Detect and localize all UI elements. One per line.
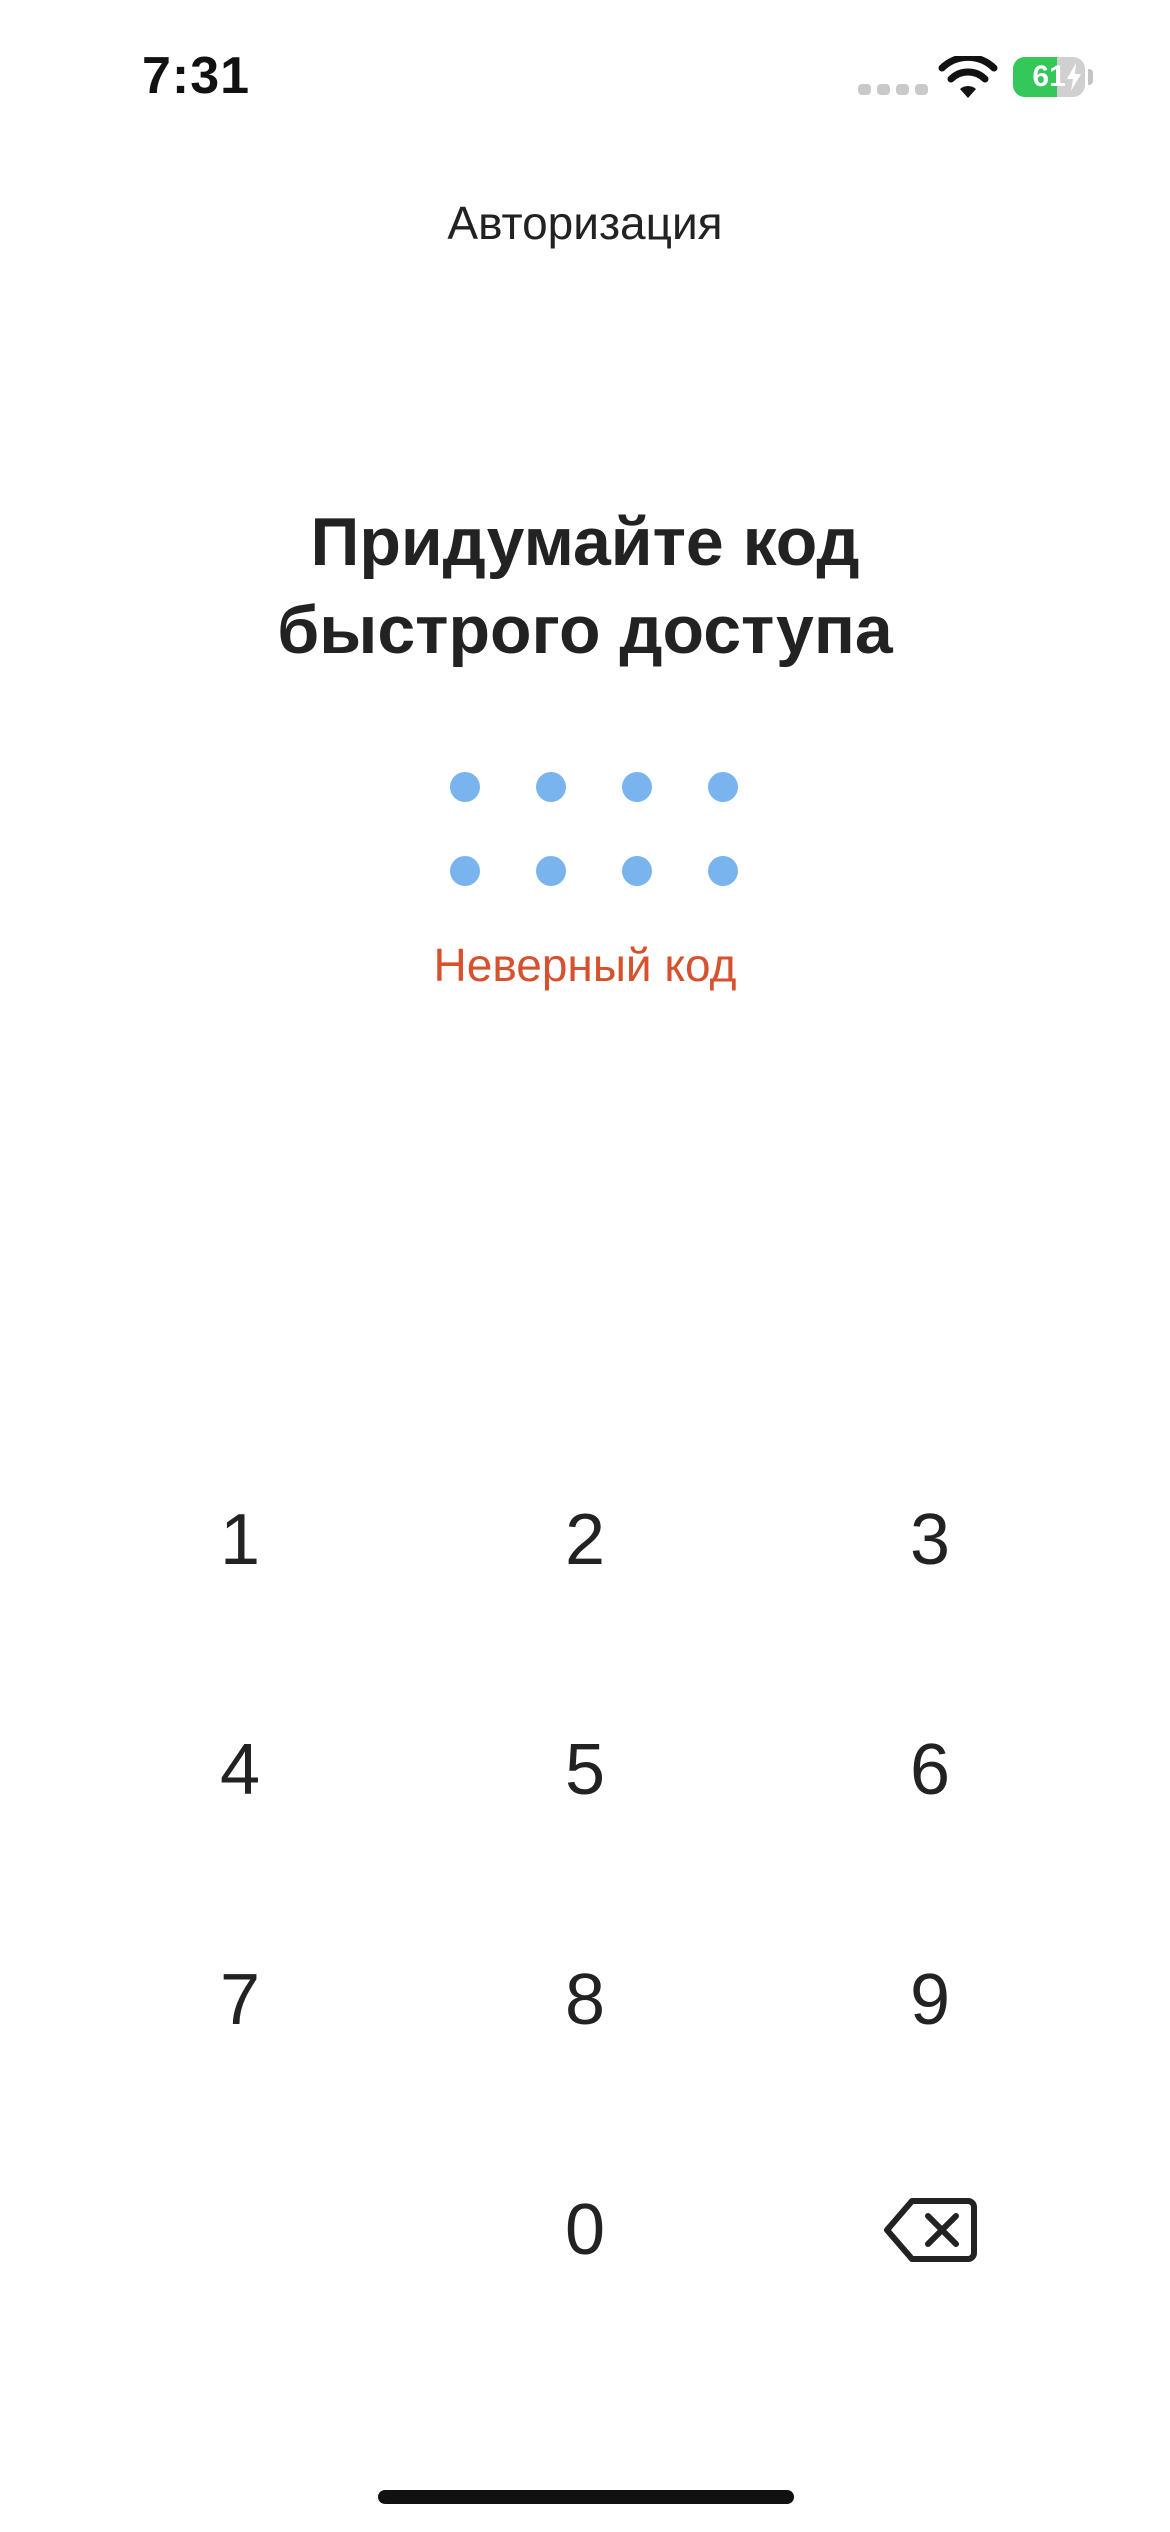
- code-dot: [536, 856, 566, 886]
- key-6[interactable]: 6: [810, 1680, 1050, 1860]
- key-2[interactable]: 2: [465, 1450, 705, 1630]
- wifi-icon: [938, 56, 998, 98]
- cellular-signal-icon: [858, 84, 928, 95]
- key-5[interactable]: 5: [465, 1680, 705, 1860]
- code-dot: [622, 856, 652, 886]
- key-9[interactable]: 9: [810, 1910, 1050, 2090]
- page-title: Придумайте код быстрого доступа: [0, 498, 1170, 674]
- key-1[interactable]: 1: [120, 1450, 360, 1630]
- error-message: Неверный код: [433, 939, 737, 991]
- key-4[interactable]: 4: [120, 1680, 360, 1860]
- charging-bolt-icon: [1067, 63, 1081, 91]
- code-dot: [622, 772, 652, 802]
- numeric-keypad: 1 2 3 4 5 6 7 8 9 0: [0, 0, 1170, 2532]
- key-7[interactable]: 7: [120, 1910, 360, 2090]
- code-dot: [536, 772, 566, 802]
- code-dot: [708, 772, 738, 802]
- backspace-icon: [884, 2198, 977, 2262]
- backspace-button[interactable]: [810, 2140, 1050, 2320]
- code-dots: [440, 770, 738, 888]
- key-8[interactable]: 8: [465, 1910, 705, 2090]
- code-dot: [708, 856, 738, 886]
- status-bar: 7:31 61: [0, 0, 1170, 150]
- code-dot: [450, 856, 480, 886]
- nav-title: Авторизация: [447, 197, 723, 249]
- page-title-line-2: быстрого доступа: [277, 592, 893, 668]
- code-dot: [450, 772, 480, 802]
- home-indicator: [378, 2490, 794, 2504]
- key-3[interactable]: 3: [810, 1450, 1050, 1630]
- battery-cap: [1088, 69, 1093, 85]
- key-0[interactable]: 0: [465, 2140, 705, 2320]
- status-time: 7:31: [142, 47, 251, 105]
- battery-charging-icon: 61: [1013, 57, 1085, 97]
- page-title-line-1: Придумайте код: [310, 504, 860, 580]
